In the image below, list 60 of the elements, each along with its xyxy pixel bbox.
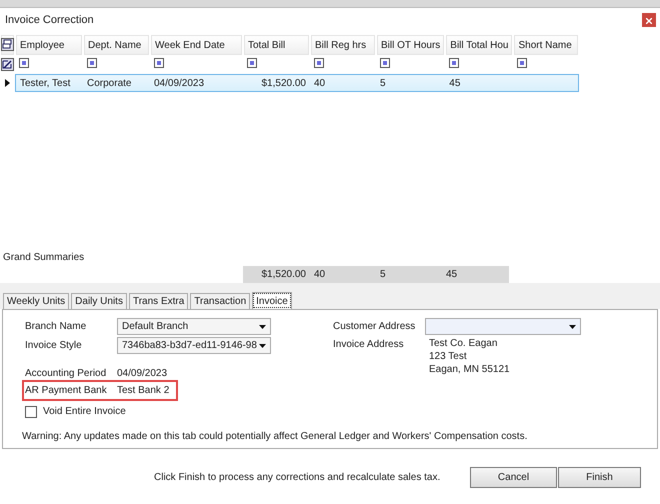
row-pointer-icon (5, 78, 10, 87)
field-label: Invoice Style (25, 339, 83, 353)
field-label: Branch Name (25, 320, 88, 334)
field-label: Customer Address (333, 320, 416, 334)
column-header[interactable]: Bill Reg hrs (310, 34, 376, 56)
column-header[interactable]: Week End Date (150, 34, 243, 56)
filter-icon[interactable] (380, 58, 390, 68)
table-cell: 04/09/2023 (154, 78, 204, 88)
close-icon[interactable] (642, 13, 656, 27)
filter-icon[interactable] (154, 58, 164, 68)
filter-icon[interactable] (19, 58, 29, 68)
filter-icon[interactable] (314, 58, 324, 68)
tab[interactable]: Transaction (190, 293, 250, 309)
tab[interactable]: Trans Extra (128, 293, 188, 309)
caret-icon (259, 324, 266, 328)
tab[interactable]: Daily Units (71, 293, 127, 309)
tab[interactable]: Invoice (252, 292, 292, 309)
column-header[interactable]: Bill Total Hou (445, 34, 514, 56)
table-cell: Corporate (87, 78, 132, 88)
summary-value: 5 (380, 269, 386, 280)
field-value: Test Bank 2 (117, 384, 170, 398)
caret-icon (259, 344, 266, 348)
grid-icon[interactable] (1, 38, 14, 52)
table-cell: Tester, Test (20, 78, 70, 88)
summary-value: $1,520.00 (262, 269, 306, 280)
address-line: Test Co. Eagan (429, 337, 498, 350)
tab[interactable]: Weekly Units (3, 293, 70, 309)
table-cell: 45 (449, 78, 460, 88)
column-header[interactable]: Total Bill (243, 34, 310, 56)
address-line: Eagan, MN 55121 (429, 363, 511, 376)
table-cell: $1,520.00 (262, 78, 306, 88)
address-line: 123 Test (429, 350, 468, 363)
field-label: Invoice Address (333, 338, 405, 352)
checkbox-label: Void Entire Invoice (43, 405, 126, 419)
summary-value: 40 (314, 269, 326, 280)
filter-icon[interactable] (247, 58, 257, 68)
summary-value: 45 (446, 269, 458, 280)
checkbox[interactable] (25, 406, 37, 418)
filter-icon[interactable] (449, 58, 460, 68)
finish-button[interactable]: Finish (558, 467, 641, 488)
column-header[interactable]: Short Name (513, 34, 580, 56)
window-title: Invoice Correction (5, 12, 94, 28)
column-header[interactable]: Employee (15, 34, 83, 56)
section-label: Grand Summaries (2, 251, 86, 265)
filter-icon[interactable] (87, 58, 97, 68)
edit-icon[interactable] (1, 58, 14, 72)
column-header[interactable]: Dept. Name (83, 34, 150, 56)
field-label: Accounting Period (25, 367, 108, 381)
table-cell: 40 (314, 78, 326, 88)
warning-text: Warning: Any updates made on this tab could potentially affect General Ledger and Workers' Compensation costs. (22, 430, 528, 444)
table-cell: 5 (380, 78, 386, 88)
field-value: 04/09/2023 (117, 367, 168, 381)
dropdown[interactable]: Default Branch (117, 318, 271, 335)
footer-message: Click Finish to process any corrections and recalculate sales tax. (154, 471, 442, 485)
filter-icon[interactable] (517, 58, 528, 68)
cancel-button[interactable]: Cancel (470, 467, 557, 488)
dropdown[interactable]: 7346ba83-b3d7-ed11-9146-98 (117, 337, 271, 354)
field-label: AR Payment Bank (25, 384, 108, 398)
column-header[interactable]: Bill OT Hours (376, 34, 446, 56)
caret-icon (569, 324, 576, 328)
